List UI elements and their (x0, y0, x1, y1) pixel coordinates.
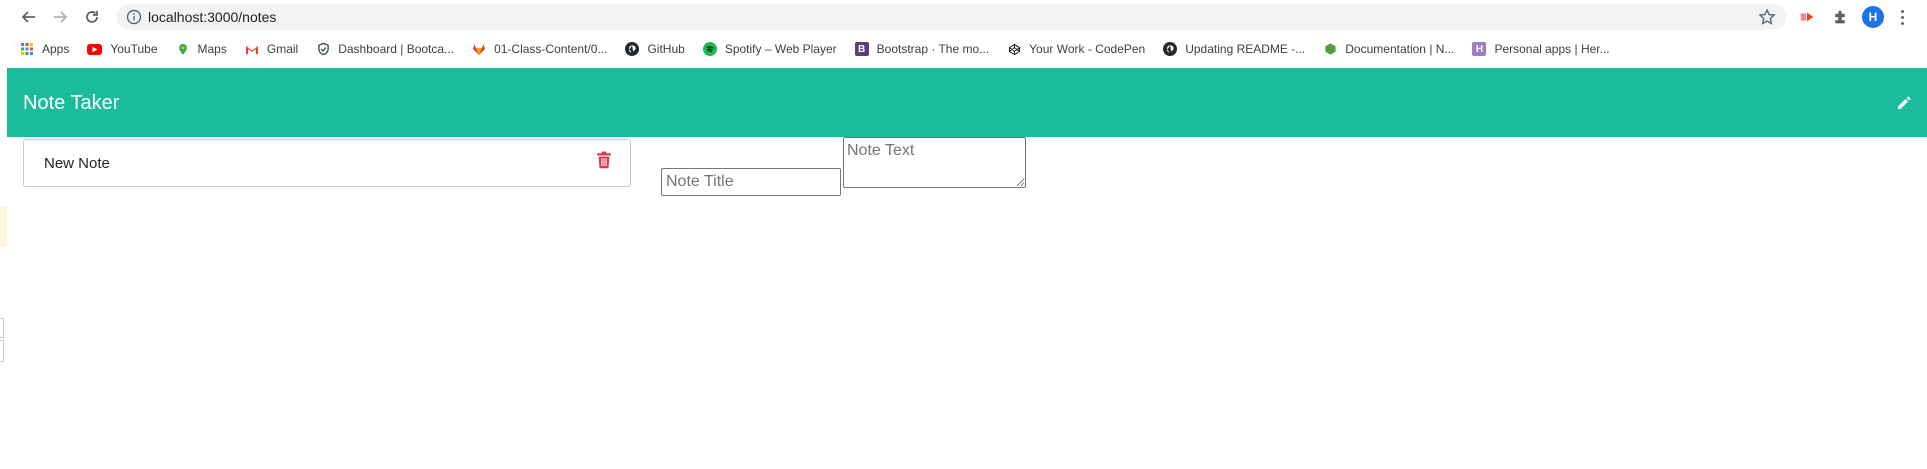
note-text-textarea[interactable] (843, 137, 1026, 188)
bootstrap-icon: B (854, 42, 869, 56)
cast-extension-icon[interactable] (1797, 7, 1817, 27)
bookmark-readme[interactable]: Updating README -... (1163, 38, 1305, 60)
extensions-puzzle-icon[interactable] (1830, 7, 1850, 27)
bookmark-spotify[interactable]: Spotify – Web Player (702, 38, 837, 60)
bookmark-label: Personal apps | Her... (1494, 42, 1610, 56)
bookmark-label: Your Work - CodePen (1029, 42, 1146, 56)
profile-avatar[interactable]: H (1862, 6, 1884, 28)
bookmark-star-icon[interactable] (1758, 8, 1776, 26)
address-bar[interactable]: localhost:3000/notes (116, 4, 1786, 30)
heroku-icon: H (1472, 42, 1487, 56)
spotify-icon (702, 42, 717, 56)
bookmark-label: Spotify – Web Player (724, 42, 837, 56)
app-brand[interactable]: Note Taker (23, 91, 119, 115)
notes-list: New Note (23, 139, 631, 187)
bookmark-gmail[interactable]: Gmail (245, 38, 298, 60)
gmail-icon (245, 42, 259, 56)
nodejs-icon (1323, 42, 1337, 56)
codepen-icon (1007, 42, 1021, 56)
bookmark-label: Gmail (266, 42, 299, 56)
bookmark-label: Maps (197, 42, 227, 56)
left-edge-highlight (0, 207, 7, 247)
bookmark-apps[interactable]: Apps (20, 38, 69, 60)
delete-note-trash-icon[interactable] (596, 151, 612, 169)
bookmark-label: Apps (42, 42, 70, 56)
bookmark-youtube[interactable]: YouTube (87, 38, 158, 60)
bookmark-codepen[interactable]: Your Work - CodePen (1007, 38, 1145, 60)
bookmark-documentation[interactable]: Documentation | N... (1323, 38, 1454, 60)
bookmark-label: YouTube (110, 42, 158, 56)
bookmark-bootstrap[interactable]: B Bootstrap · The mo... (854, 38, 990, 60)
bookmark-heroku[interactable]: H Personal apps | Her... (1472, 38, 1610, 60)
gitlab-icon (472, 42, 486, 56)
bookmark-maps[interactable]: Maps (176, 38, 227, 60)
back-arrow-icon[interactable] (18, 6, 40, 28)
reload-icon[interactable] (81, 6, 103, 28)
bookmarks-bar: Apps YouTube Maps Gmail Dashboard | Boot… (0, 36, 1927, 62)
list-item[interactable]: New Note (24, 140, 630, 186)
github-icon (1163, 42, 1178, 56)
shield-check-icon (316, 42, 330, 56)
bookmark-dashboard[interactable]: Dashboard | Bootca... (316, 38, 454, 60)
site-info-icon[interactable] (126, 9, 142, 25)
bookmark-label: Documentation | N... (1345, 42, 1455, 56)
note-list-title[interactable]: New Note (44, 155, 110, 172)
bookmark-label: GitHub (647, 42, 685, 56)
maps-pin-icon (176, 42, 190, 56)
left-edge-box (0, 318, 4, 338)
github-icon (625, 42, 640, 56)
url-text[interactable]: localhost:3000/notes (148, 9, 276, 25)
note-title-input[interactable] (661, 168, 841, 196)
youtube-icon (87, 43, 103, 55)
app-navbar: Note Taker (7, 68, 1927, 137)
browser-toolbar: localhost:3000/notes H (0, 0, 1927, 34)
bookmark-github[interactable]: GitHub (625, 38, 685, 60)
left-window-edge (0, 0, 7, 469)
new-note-pencil-icon[interactable] (1893, 92, 1915, 114)
bookmark-label: Dashboard | Bootca... (338, 42, 455, 56)
bookmark-class-content[interactable]: 01-Class-Content/0... (472, 38, 607, 60)
browser-menu-icon[interactable] (1894, 7, 1910, 27)
bookmark-label: Updating README -... (1185, 42, 1306, 56)
apps-grid-icon (20, 42, 34, 56)
left-edge-box (0, 340, 4, 362)
forward-arrow-icon[interactable] (49, 6, 71, 28)
bookmark-label: Bootstrap · The mo... (876, 42, 990, 56)
bookmark-label: 01-Class-Content/0... (494, 42, 608, 56)
